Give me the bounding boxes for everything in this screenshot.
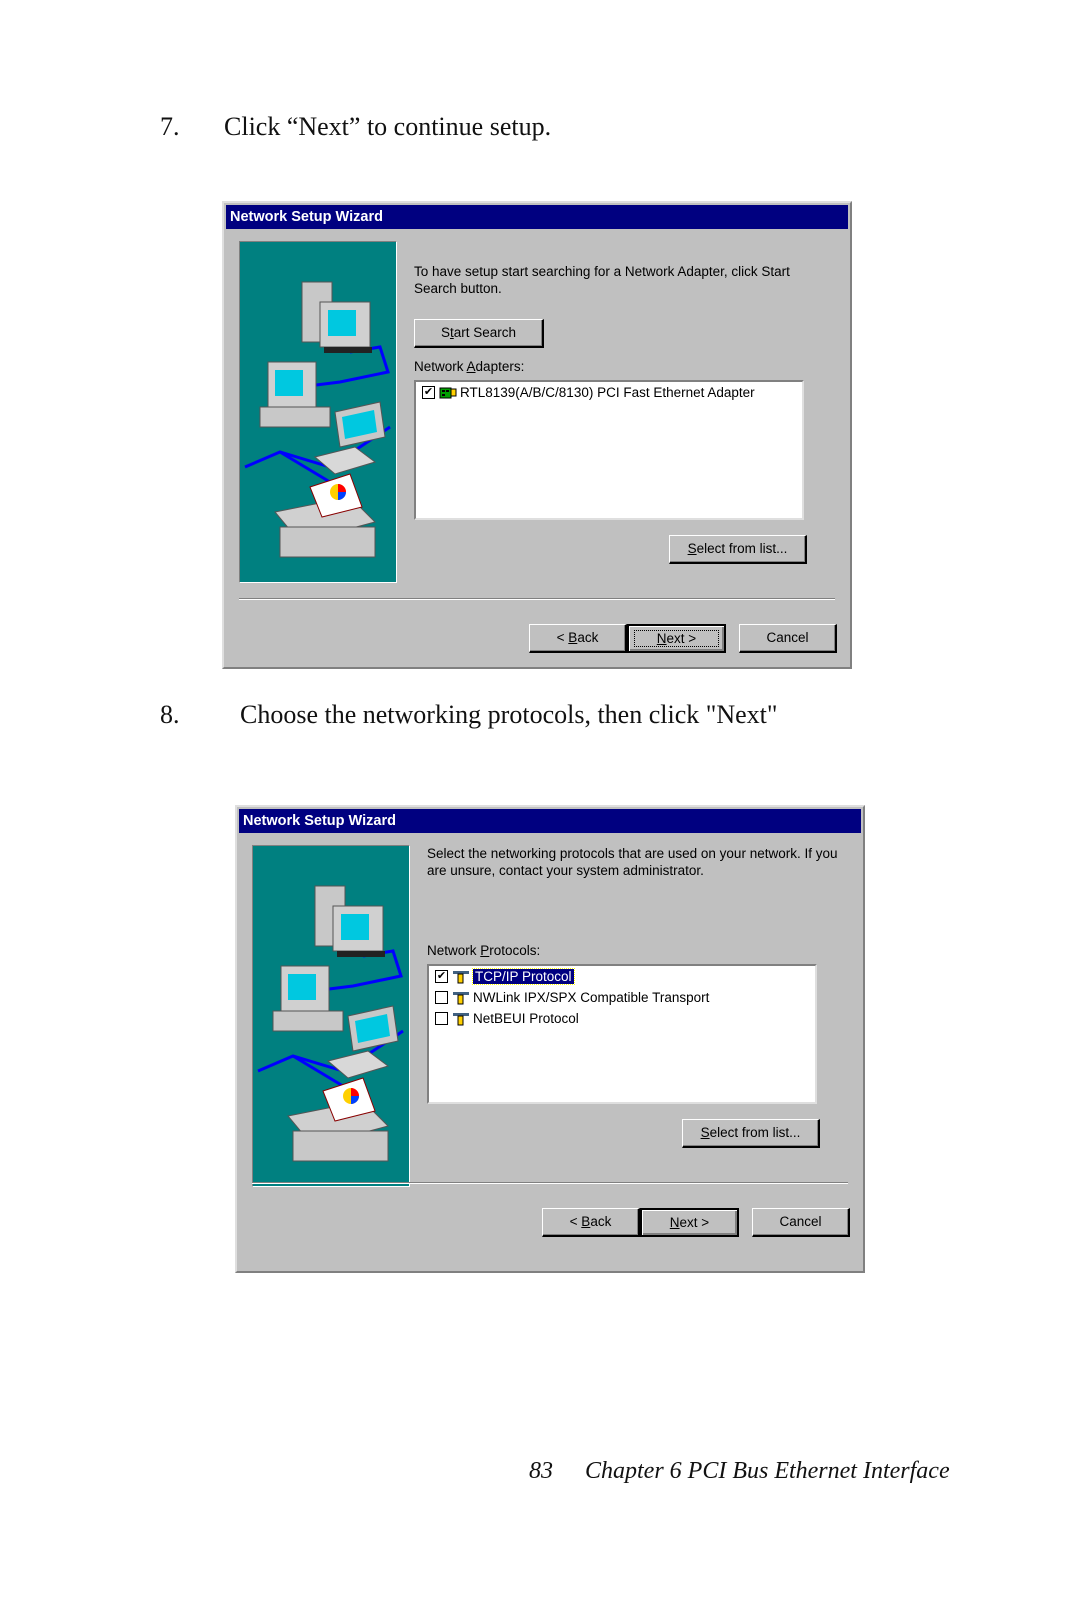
divider [239, 598, 835, 600]
network-illustration [252, 845, 410, 1187]
back-button[interactable]: < Back [529, 624, 627, 653]
instruction-text: Select the networking protocols that are… [427, 846, 838, 878]
network-protocols-label: Network Protocols: [427, 943, 541, 958]
protocol-icon [452, 990, 470, 1005]
step-text: Choose the networking protocols, then cl… [240, 700, 778, 729]
network-computers-icon [244, 281, 391, 558]
list-item-tcpip[interactable]: ✔ TCP/IP Protocol [429, 966, 815, 987]
dialog-title: Network Setup Wizard [226, 205, 848, 229]
protocol-name: TCP/IP Protocol [472, 968, 575, 985]
select-from-list-button[interactable]: Select from list... [682, 1119, 820, 1148]
adapter-name: RTL8139(A/B/C/8130) PCI Fast Ethernet Ad… [460, 385, 755, 400]
dialog-title: Network Setup Wizard [239, 809, 861, 833]
network-protocols-list[interactable]: ✔ TCP/IP Protocol NWLink IPX/SPX Compatib… [427, 964, 817, 1104]
cancel-button[interactable]: Cancel [739, 624, 837, 653]
page-number: 83 [529, 1458, 553, 1484]
network-adapters-list[interactable]: ✔ RTL8139(A/B/C/8130) PCI Fast Ethernet A… [414, 380, 804, 520]
instruction-text: To have setup start searching for a Netw… [414, 264, 790, 296]
next-button[interactable]: Next > [627, 624, 726, 653]
divider [252, 1182, 848, 1184]
checkbox[interactable] [435, 1011, 448, 1025]
list-item[interactable]: ✔ RTL8139(A/B/C/8130) PCI Fast Ethernet A… [416, 382, 802, 403]
step-number: 8. [160, 700, 180, 729]
list-item-nwlink[interactable]: NWLink IPX/SPX Compatible Transport [429, 987, 815, 1008]
select-from-list-button[interactable]: Select from list... [669, 535, 807, 564]
network-illustration [239, 241, 397, 583]
next-button[interactable]: Next > [640, 1208, 739, 1237]
back-button[interactable]: < Back [542, 1208, 640, 1237]
cancel-button[interactable]: Cancel [752, 1208, 850, 1237]
checkbox[interactable]: ✔ [435, 969, 448, 983]
list-item-netbeui[interactable]: NetBEUI Protocol [429, 1008, 815, 1029]
network-computers-icon [257, 885, 404, 1162]
protocol-name: NetBEUI Protocol [473, 1011, 579, 1026]
network-card-icon [439, 385, 457, 399]
step-text: Click “Next” to continue setup. [224, 112, 552, 141]
protocol-name: NWLink IPX/SPX Compatible Transport [473, 990, 710, 1005]
start-search-button[interactable]: Start Search [414, 319, 544, 348]
network-setup-wizard-dialog-1: Network Setup Wizard To have setup start… [222, 201, 852, 669]
protocol-icon [452, 969, 470, 984]
chapter-title: Chapter 6 PCI Bus Ethernet Interface [585, 1458, 950, 1484]
page-footer: 83 Chapter 6 PCI Bus Ethernet Interface [529, 1458, 950, 1485]
checkbox[interactable] [435, 990, 448, 1004]
protocol-icon [452, 1011, 470, 1026]
checkbox[interactable]: ✔ [422, 385, 435, 399]
step-number: 7. [160, 112, 180, 141]
network-setup-wizard-dialog-2: Network Setup Wizard Select the networki… [235, 805, 865, 1273]
network-adapters-label: Network Adapters: [414, 359, 525, 374]
